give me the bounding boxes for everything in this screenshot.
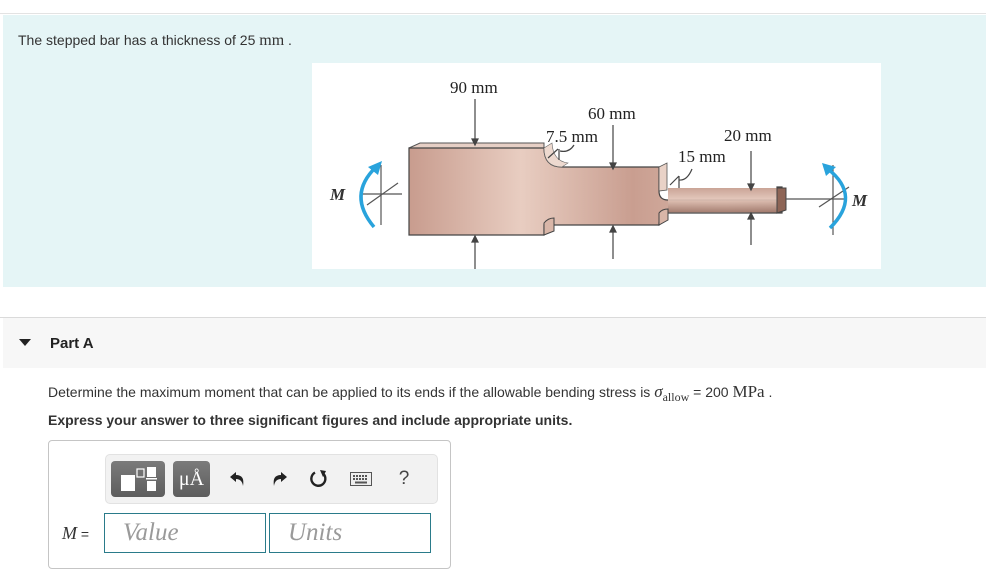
question-end: .	[764, 384, 773, 400]
undo-icon	[230, 472, 244, 486]
dim-90mm: 90 mm	[450, 78, 498, 97]
equals-sign: =	[77, 526, 90, 542]
templates-button[interactable]	[111, 461, 165, 497]
reset-button[interactable]	[304, 461, 334, 497]
symbols-label: μÅ	[178, 467, 205, 490]
redo-icon	[273, 472, 287, 486]
question-equals: = 200	[689, 384, 733, 400]
stress-unit: MPa	[732, 382, 765, 401]
answer-box: μÅ ? M = Value Units	[48, 440, 451, 569]
units-input[interactable]	[269, 513, 431, 553]
value-input[interactable]	[104, 513, 266, 553]
sigma-symbol: σ	[654, 382, 663, 401]
keyboard-button[interactable]	[346, 461, 376, 497]
symbols-button[interactable]: μÅ	[173, 461, 210, 497]
problem-intro-panel: The stepped bar has a thickness of 25 mm…	[3, 15, 986, 287]
question-text: Determine the maximum moment that can be…	[48, 382, 773, 404]
help-button[interactable]: ?	[389, 461, 419, 497]
math-toolbar: μÅ ?	[105, 454, 438, 504]
help-label: ?	[398, 468, 410, 489]
variable-symbol: M	[62, 523, 77, 543]
part-title: Part A	[50, 335, 94, 352]
left-moment: M	[329, 161, 402, 229]
dim-7-5mm: 7.5 mm	[546, 127, 598, 146]
undo-button[interactable]	[223, 461, 253, 497]
stepped-bar	[408, 142, 787, 236]
dim-20mm: 20 mm	[724, 126, 772, 145]
right-moment-label: M	[851, 191, 868, 210]
top-divider	[0, 13, 986, 14]
templates-icon	[121, 467, 157, 491]
reset-icon	[310, 470, 327, 487]
dim-60mm: 60 mm	[588, 104, 636, 123]
keyboard-icon	[350, 472, 372, 486]
dim-15mm: 15 mm	[678, 147, 726, 166]
intro-end: .	[284, 32, 292, 48]
redo-button[interactable]	[264, 461, 294, 497]
right-moment: M	[786, 163, 868, 235]
intro-unit: mm	[259, 32, 285, 49]
intro-text: The stepped bar has a thickness of 25 mm…	[18, 32, 292, 50]
question-sentence: Determine the maximum moment that can be…	[48, 384, 655, 400]
collapse-triangle-icon[interactable]	[19, 339, 31, 346]
instruction-text: Express your answer to three significant…	[48, 412, 573, 428]
answer-variable-label: M =	[62, 523, 89, 544]
part-a-header[interactable]: Part A	[3, 318, 986, 368]
left-moment-label: M	[329, 185, 346, 204]
stepped-bar-diagram: M M 90 mm 60 mm 7.5 mm 20 mm 15 mm	[329, 78, 868, 269]
stepped-bar-figure: M M 90 mm 60 mm 7.5 mm 20 mm 15 mm	[312, 63, 881, 269]
sigma-subscript: allow	[662, 390, 690, 404]
intro-sentence: The stepped bar has a thickness of 25	[18, 32, 260, 48]
